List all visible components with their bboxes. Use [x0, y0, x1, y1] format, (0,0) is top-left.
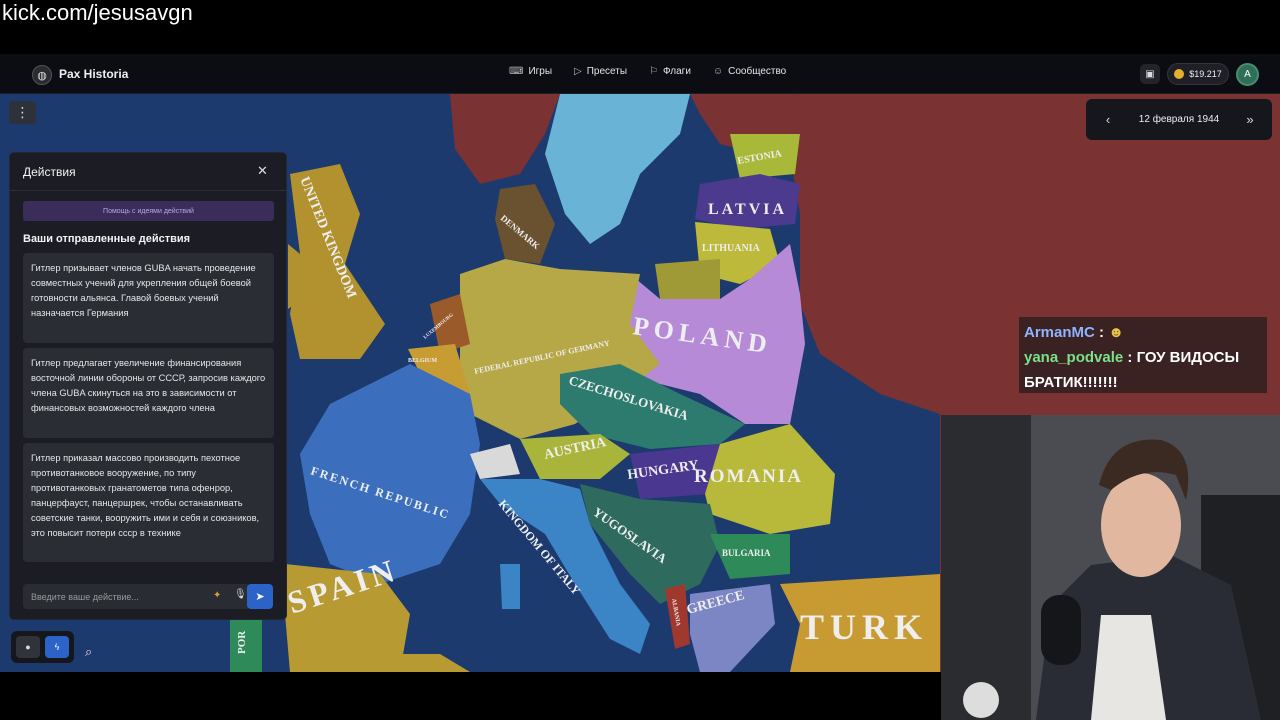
play-icon: ▷ [574, 66, 582, 77]
coin-icon [1174, 69, 1185, 79]
bolt-icon: ϟ [54, 642, 60, 652]
flag-icon: ⚐ [649, 66, 659, 77]
emote-icon: ☻ [1108, 324, 1124, 341]
chat-separator: : [1099, 324, 1109, 341]
kebab-menu-icon: ⋮ [15, 104, 30, 120]
balance-value: $19.217 [1189, 69, 1222, 79]
chat-separator: : [1127, 349, 1137, 366]
nav-games-label: Игры [528, 66, 553, 77]
main-nav: ⌨ Игры ▷ Пресеты ⚐ Флаги ☺ Сообщество [509, 66, 786, 77]
gamepad-icon: ⌨ [509, 66, 524, 77]
menu-button[interactable]: ⋮ [9, 101, 36, 124]
webcam-feed [941, 415, 1280, 720]
nav-community[interactable]: ☺ Сообщество [713, 66, 786, 77]
actions-toggle-button[interactable]: ϟ [45, 636, 69, 658]
actions-header: Действия ✕ [10, 153, 286, 191]
prev-date-button[interactable]: ‹ [1098, 110, 1118, 130]
action-input[interactable]: Введите ваше действие... ✦ 🎙 [23, 584, 250, 609]
gift-icon: ▣ [1145, 68, 1155, 80]
map-search-button[interactable]: ⌕ [85, 644, 92, 660]
map-label-bulgaria: BULGARIA [722, 548, 771, 558]
region-africa [290, 654, 470, 672]
chat-username: ArmanMC [1024, 324, 1095, 341]
map-label-romania: ROMANIA [694, 466, 803, 487]
region-sardinia [500, 564, 520, 609]
balance-badge[interactable]: $19.217 [1167, 63, 1229, 85]
nav-presets-label: Пресеты [586, 66, 628, 77]
action-card: Гитлер призывает членов GUBA начать пров… [23, 253, 274, 343]
user-avatar[interactable]: A [1236, 63, 1259, 86]
actions-title: Действия [23, 165, 76, 179]
current-date: 12 февраля 1944 [1138, 114, 1220, 125]
nav-flags[interactable]: ⚐ Флаги [649, 66, 691, 77]
sent-actions-title: Ваши отправленные действия [23, 233, 191, 245]
map-label-portugal: POR [236, 630, 248, 654]
community-icon: ☺ [712, 66, 724, 77]
nav-presets[interactable]: ▷ Пресеты [574, 66, 627, 77]
send-button[interactable]: ➤ [247, 584, 273, 609]
action-input-placeholder: Введите ваше действие... [31, 591, 139, 602]
map-label-latvia: LATVIA [708, 201, 787, 218]
stream-chat-overlay: ArmanMC : ☻ yana_podvale : ГОУ ВИДОСЫ БР… [1019, 317, 1267, 393]
action-card: Гитлер приказал массово производить пехо… [23, 443, 274, 562]
chat-message: yana_podvale : ГОУ ВИДОСЫ БРАТИК!!!!!!! [1024, 345, 1262, 395]
chat-message: ArmanMC : ☻ [1024, 320, 1262, 345]
top-bar: ◍ Pax Historia ⌨ Игры ▷ Пресеты ⚐ Флаги … [0, 54, 1280, 94]
advance-time-button[interactable]: » [1240, 110, 1260, 130]
map-label-belgium: BELGIUM [408, 358, 437, 364]
stream-watermark: kick.com/jesusavgn [2, 0, 193, 25]
chat-button[interactable]: ● [16, 636, 40, 658]
date-panel: ‹ 12 февраля 1944 » [1086, 99, 1272, 140]
nav-games[interactable]: ⌨ Игры [509, 66, 552, 77]
nav-flags-label: Флаги [663, 66, 691, 77]
fast-forward-icon: » [1246, 112, 1254, 127]
action-ideas-button[interactable]: Помощь с идеями действий [23, 201, 274, 221]
globe-logo-icon[interactable]: ◍ [32, 65, 52, 85]
chat-username: yana_podvale [1024, 349, 1124, 366]
nav-community-label: Сообщество [728, 66, 787, 77]
sparkle-icon[interactable]: ✦ [213, 590, 221, 601]
microphone-icon[interactable]: 🎙 [234, 589, 247, 600]
search-icon: ⌕ [85, 644, 93, 659]
chat-bubble-icon: ● [25, 642, 31, 652]
close-button[interactable]: ✕ [257, 163, 268, 179]
chevron-left-icon: ‹ [1105, 112, 1111, 127]
send-icon: ➤ [255, 591, 265, 603]
region-east-prussia [655, 259, 720, 299]
map-label-lithuania: LITHUANIA [702, 243, 761, 254]
action-card: Гитлер предлагает увеличение финансирова… [23, 348, 274, 438]
map-label-turkey: TURK [800, 607, 928, 647]
brand-name[interactable]: Pax Historia [59, 67, 128, 81]
bottom-toolbar: ● ϟ [11, 631, 74, 663]
close-icon: ✕ [257, 163, 268, 178]
gift-button[interactable]: ▣ [1140, 64, 1160, 84]
actions-panel: Действия ✕ Помощь с идеями действий Ваши… [9, 152, 287, 620]
